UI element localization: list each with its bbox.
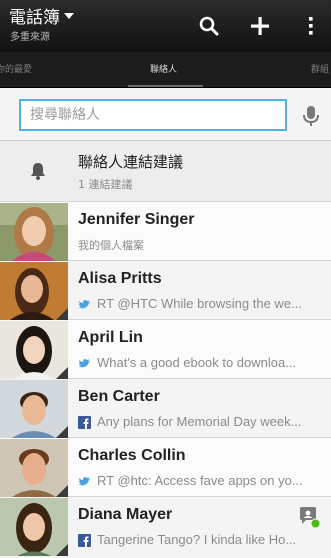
quick-contact-corner	[56, 544, 68, 556]
app-title-dropdown[interactable]: 電話簿	[9, 9, 74, 28]
contact-status: Any plans for Memorial Day week...	[97, 414, 302, 429]
online-chat-icon[interactable]	[297, 505, 321, 529]
add-contact-button[interactable]	[244, 10, 276, 42]
suggestion-subtitle: 1 連結建議	[78, 178, 133, 191]
search-icon	[199, 16, 219, 36]
suggestion-title: 聯絡人連結建議	[78, 153, 184, 171]
twitter-icon	[79, 300, 90, 309]
contact-name: Diana Mayer	[78, 506, 173, 523]
quick-contact-corner	[56, 308, 68, 320]
tab-favorites[interactable]: 你的最愛	[0, 64, 32, 76]
overflow-menu-icon	[309, 17, 313, 35]
link-suggestion-row[interactable]: 聯絡人連結建議 1 連結建議	[0, 141, 331, 202]
contact-name: Alisa Pritts	[78, 270, 162, 287]
quick-contact-corner	[56, 367, 68, 379]
contact-status: RT @HTC While browsing the we...	[97, 296, 302, 311]
overflow-menu-button[interactable]	[295, 10, 327, 42]
avatar	[0, 203, 68, 261]
contact-status: Tangerine Tango? I kinda like Ho...	[97, 532, 297, 547]
contact-status: What's a good ebook to downloa...	[97, 355, 297, 370]
facebook-icon	[78, 416, 91, 429]
twitter-icon	[79, 477, 90, 486]
action-bar: 電話簿 多重來源	[0, 0, 331, 52]
contact-name: April Lin	[78, 329, 143, 346]
quick-contact-corner	[56, 426, 68, 438]
facebook-icon	[78, 534, 91, 547]
microphone-icon[interactable]	[300, 104, 322, 128]
list-item[interactable]: April Lin What's a good ebook to downloa…	[0, 320, 331, 379]
tab-bar: 你的最愛 聯絡人 群組	[0, 52, 331, 88]
contact-status: 我的個人檔案	[78, 239, 144, 252]
dropdown-caret-icon	[64, 13, 74, 19]
list-item[interactable]: Ben Carter Any plans for Memorial Day we…	[0, 379, 331, 438]
list-item[interactable]: Diana Mayer Tangerine Tango? I kinda lik…	[0, 497, 331, 558]
tab-groups[interactable]: 群組	[311, 64, 329, 76]
app-subtitle: 多重來源	[10, 32, 50, 43]
tab-contacts[interactable]: 聯絡人	[150, 64, 177, 76]
bell-icon	[31, 163, 45, 180]
contact-name: Charles Collin	[78, 447, 186, 464]
list-item[interactable]: Charles Collin RT @htc: Access fave apps…	[0, 438, 331, 497]
search-row	[0, 89, 331, 141]
add-icon	[251, 17, 269, 35]
search-button[interactable]	[193, 10, 225, 42]
twitter-icon	[79, 359, 90, 368]
search-input[interactable]	[21, 101, 285, 129]
tab-indicator	[128, 85, 203, 87]
contact-name: Jennifer Singer	[78, 211, 195, 228]
list-item[interactable]: Jennifer Singer 我的個人檔案	[0, 202, 331, 261]
app-title: 電話簿	[9, 8, 60, 28]
list-item[interactable]: Alisa Pritts RT @HTC While browsing the …	[0, 261, 331, 320]
contact-name: Ben Carter	[78, 388, 160, 405]
contact-status: RT @htc: Access fave apps on yo...	[97, 473, 303, 488]
search-box	[19, 99, 287, 131]
quick-contact-corner	[56, 485, 68, 497]
